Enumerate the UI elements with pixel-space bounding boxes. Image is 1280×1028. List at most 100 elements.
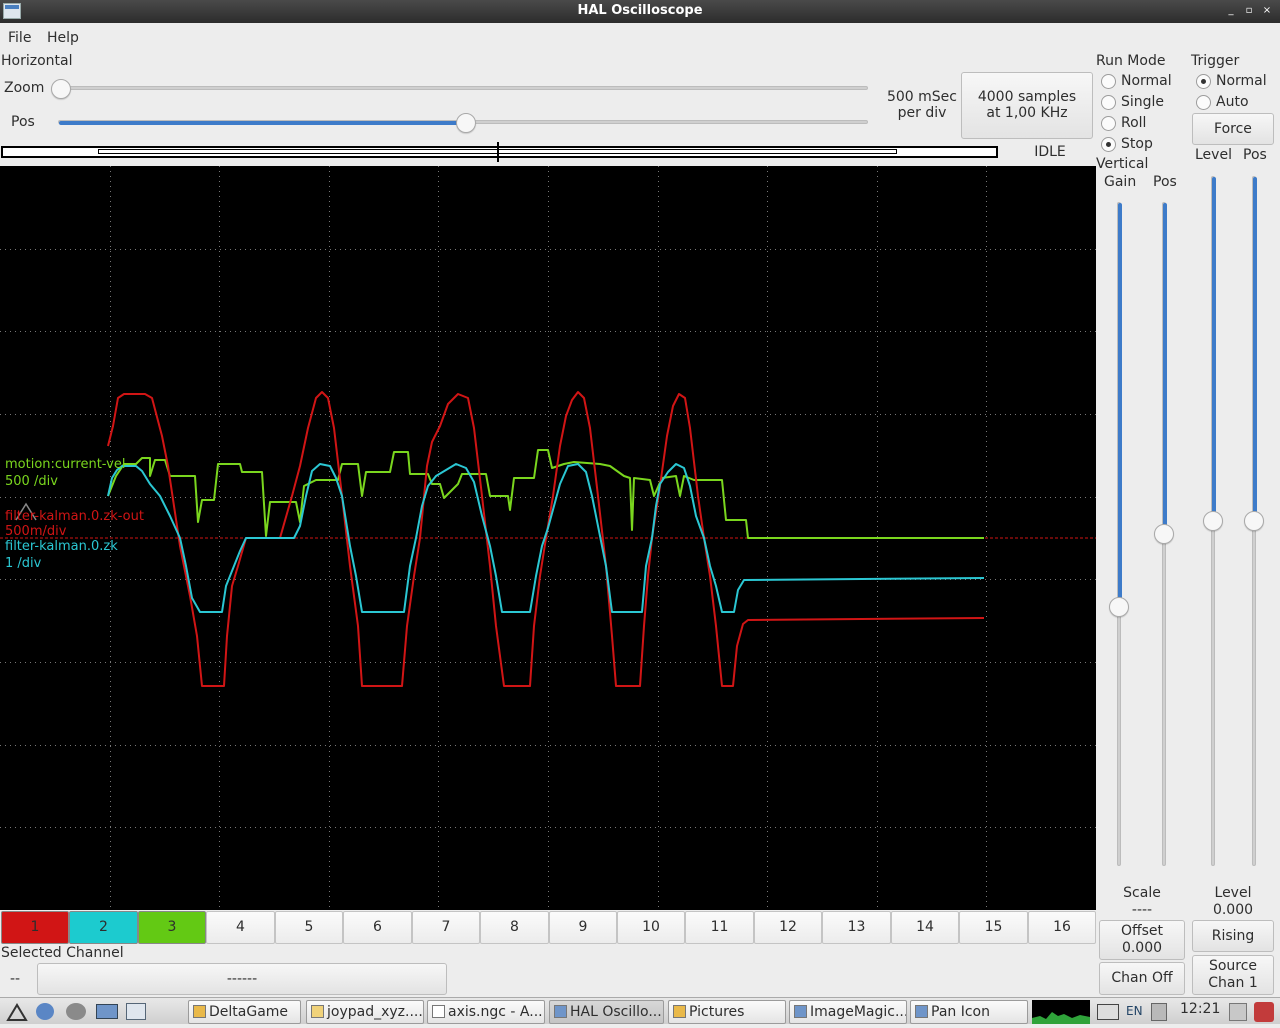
samples-count: 4000 samples — [977, 89, 1077, 105]
channel-button-1[interactable]: 1 — [1, 911, 69, 944]
screen-lock-icon[interactable] — [1229, 1003, 1247, 1021]
menu-bar: File Help — [0, 24, 1280, 51]
task-app-icon — [432, 1005, 445, 1018]
channel-button-13[interactable]: 13 — [822, 911, 891, 944]
scale-value: ---- — [1131, 902, 1153, 918]
task-app-icon — [554, 1005, 567, 1018]
restore-icon[interactable]: ▫ — [1242, 4, 1256, 18]
taskbar-item-label: HAL Oscillo... — [570, 1004, 662, 1020]
time-per-div-unit: per div — [897, 105, 947, 121]
trigger-source-label: Source — [1208, 958, 1258, 974]
start-menu-icon[interactable] — [6, 1002, 28, 1022]
record-position-bar[interactable] — [1, 142, 998, 162]
trigger-auto-label: Auto — [1216, 94, 1249, 110]
horizontal-label: Horizontal — [1, 53, 73, 69]
logout-icon[interactable] — [1254, 1002, 1274, 1022]
trigger-edge-button[interactable]: Rising — [1192, 920, 1274, 952]
channel-button-16[interactable]: 16 — [1028, 911, 1096, 944]
menu-help[interactable]: Help — [47, 30, 79, 46]
trigger-label: Trigger — [1191, 53, 1240, 69]
clock[interactable]: 12:21 — [1180, 1001, 1220, 1017]
sample-rate: at 1,00 KHz — [986, 105, 1068, 121]
taskbar-item[interactable]: Pan Icon — [910, 1000, 1028, 1024]
task-app-icon — [915, 1005, 928, 1018]
trigger-pos-slider-fill — [1253, 177, 1257, 521]
scope-channel-labels: motion:current-vel 500 /div filter-kalma… — [5, 456, 144, 572]
offset-value: 0.000 — [1121, 940, 1163, 956]
samples-button[interactable]: 4000 samples at 1,00 KHz — [961, 72, 1093, 139]
trigger-pos-label: Pos — [1243, 147, 1267, 163]
scope-label-chan2-name: filter-kalman.0.zk — [5, 539, 118, 554]
gain-slider-fill — [1118, 203, 1122, 607]
task-app-icon — [311, 1005, 324, 1018]
radio-icon[interactable] — [1101, 116, 1116, 131]
channel-button-6[interactable]: 6 — [343, 911, 412, 944]
run-mode-normal-label: Normal — [1121, 73, 1172, 89]
channel-button-12[interactable]: 12 — [754, 911, 822, 944]
radio-selected-icon[interactable] — [1101, 137, 1116, 152]
channel-button-7[interactable]: 7 — [412, 911, 480, 944]
keyboard-layout[interactable]: EN — [1126, 1004, 1143, 1018]
network-icon[interactable] — [1097, 1004, 1119, 1020]
taskbar-item[interactable]: ImageMagic... — [789, 1000, 907, 1024]
channel-button-3[interactable]: 3 — [138, 911, 206, 944]
taskbar-item-label: joypad_xyz.... — [327, 1004, 423, 1020]
vertical-label: Vertical — [1096, 156, 1149, 172]
pos-slider-knob[interactable] — [456, 113, 476, 133]
menu-file[interactable]: File — [8, 30, 31, 46]
gain-slider-knob[interactable] — [1109, 597, 1129, 617]
trigger-level-readout: Level 0.000 — [1192, 885, 1274, 919]
scope-label-chan2-scale: 1 /div — [5, 556, 42, 571]
channel-button-15[interactable]: 15 — [959, 911, 1028, 944]
taskbar-item[interactable]: DeltaGame — [188, 1000, 301, 1024]
channel-button-9[interactable]: 9 — [549, 911, 617, 944]
radio-icon[interactable] — [1101, 95, 1116, 110]
pos-label: Pos — [11, 114, 35, 130]
run-mode-label: Run Mode — [1096, 53, 1166, 69]
channel-button-11[interactable]: 11 — [685, 911, 754, 944]
task-app-icon — [193, 1005, 206, 1018]
channel-button-4[interactable]: 4 — [206, 911, 275, 944]
pos-slider-fill — [59, 121, 466, 125]
desktop-icon[interactable] — [96, 1004, 118, 1019]
removable-media-icon[interactable] — [1151, 1003, 1167, 1021]
zoom-slider-track[interactable] — [58, 86, 868, 90]
chan-off-button[interactable]: Chan Off — [1099, 962, 1185, 995]
scale-readout: Scale ---- — [1099, 885, 1185, 919]
trigger-pos-slider-knob[interactable] — [1244, 511, 1264, 531]
channel-button-2[interactable]: 2 — [69, 911, 138, 944]
channel-button-14[interactable]: 14 — [891, 911, 959, 944]
radio-icon[interactable] — [1196, 95, 1211, 110]
taskbar-item[interactable]: joypad_xyz.... — [306, 1000, 424, 1024]
taskbar-item[interactable]: axis.ngc - A... — [427, 1000, 545, 1024]
settings-icon[interactable] — [66, 1003, 86, 1020]
close-icon[interactable]: × — [1260, 4, 1274, 18]
trace-channel-3 — [107, 449, 984, 539]
zoom-slider-knob[interactable] — [51, 79, 71, 99]
trigger-source-button[interactable]: Source Chan 1 — [1192, 955, 1274, 995]
acquire-status: IDLE — [1034, 144, 1066, 160]
selected-channel-label: Selected Channel — [1, 945, 124, 961]
taskbar-item[interactable]: HAL Oscillo... — [549, 1000, 664, 1024]
minimize-icon[interactable]: _ — [1224, 4, 1238, 18]
trigger-level-label: Level — [1195, 147, 1232, 163]
scope-display[interactable]: motion:current-vel 500 /div filter-kalma… — [0, 166, 1096, 911]
offset-button[interactable]: Offset 0.000 — [1099, 920, 1185, 960]
vertical-pos-label: Pos — [1153, 174, 1177, 190]
vertical-pos-slider-knob[interactable] — [1154, 524, 1174, 544]
radio-selected-icon[interactable] — [1196, 74, 1211, 89]
taskbar: DeltaGame joypad_xyz.... axis.ngc - A... HA… — [0, 997, 1280, 1024]
channel-button-8[interactable]: 8 — [480, 911, 549, 944]
channel-button-10[interactable]: 10 — [617, 911, 685, 944]
scope-canvas — [0, 166, 1096, 911]
channel-button-5[interactable]: 5 — [275, 911, 343, 944]
title-bar: HAL Oscilloscope _ ▫ × — [0, 0, 1280, 23]
selected-channel-source-button[interactable]: ------ — [37, 963, 447, 995]
force-button[interactable]: Force — [1192, 113, 1274, 145]
taskbar-item[interactable]: Pictures — [668, 1000, 786, 1024]
radio-icon[interactable] — [1101, 74, 1116, 89]
terminal-icon[interactable] — [126, 1003, 146, 1020]
trigger-level-slider-knob[interactable] — [1203, 511, 1223, 531]
time-per-div-value: 500 mSec — [886, 89, 957, 105]
browser-icon[interactable] — [36, 1003, 54, 1020]
